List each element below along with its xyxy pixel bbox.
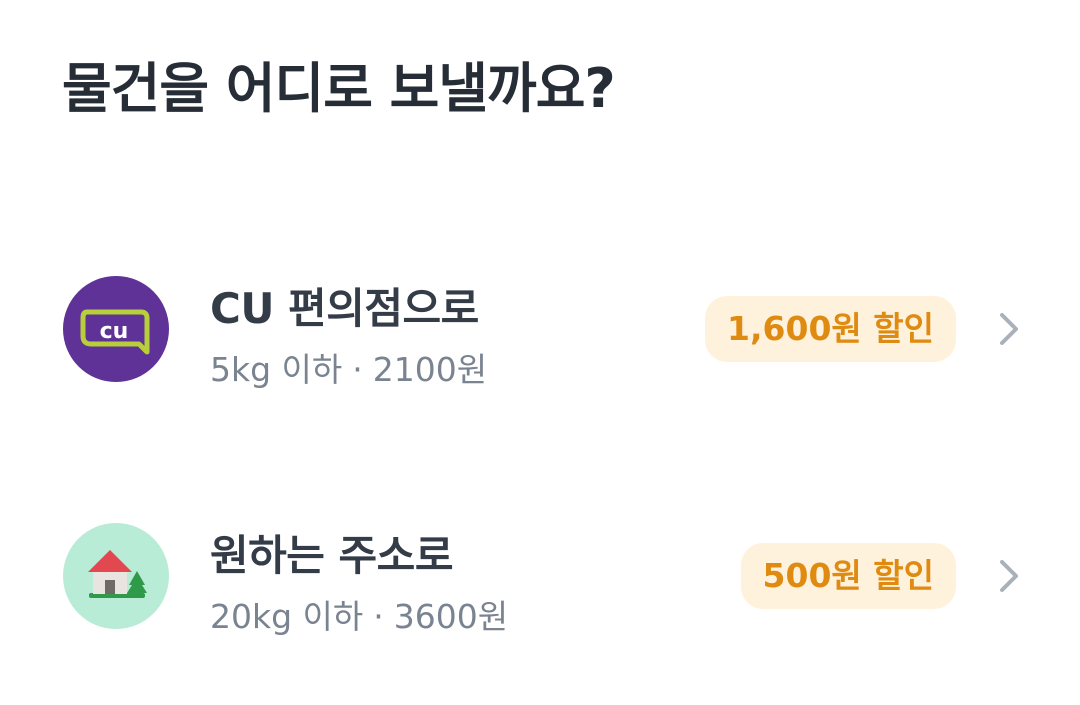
discount-badge: 1,600원 할인	[705, 296, 956, 362]
house-icon	[88, 550, 147, 598]
separator: ·	[352, 350, 363, 389]
discount-badge: 500원 할인	[740, 543, 956, 609]
chevron-right-icon	[1000, 313, 1018, 345]
separator: ·	[373, 597, 384, 636]
option-subtitle: 5kg 이하 · 2100원	[210, 343, 487, 391]
option-subtitle: 20kg 이하 · 3600원	[210, 590, 508, 638]
option-cu-store[interactable]: cu CU 편의점으로 5kg 이하 · 2100원 1,600원 할인	[0, 245, 1080, 415]
cu-logo-icon: cu	[80, 309, 150, 355]
cu-avatar: cu	[63, 276, 169, 382]
option-address[interactable]: 원하는 주소로 20kg 이하 · 3600원 500원 할인	[0, 492, 1080, 662]
chevron-right-icon	[1000, 560, 1018, 592]
option-title: CU 편의점으로	[210, 284, 479, 333]
page-title: 물건을 어디로 보낼까요?	[62, 57, 616, 120]
weight-limit: 20kg 이하	[210, 597, 364, 636]
shipping-price: 2100원	[372, 350, 488, 389]
option-title: 원하는 주소로	[210, 531, 453, 580]
weight-limit: 5kg 이하	[210, 350, 343, 389]
shipping-price: 3600원	[393, 597, 509, 636]
svg-text:cu: cu	[100, 319, 129, 344]
address-avatar	[63, 523, 169, 629]
